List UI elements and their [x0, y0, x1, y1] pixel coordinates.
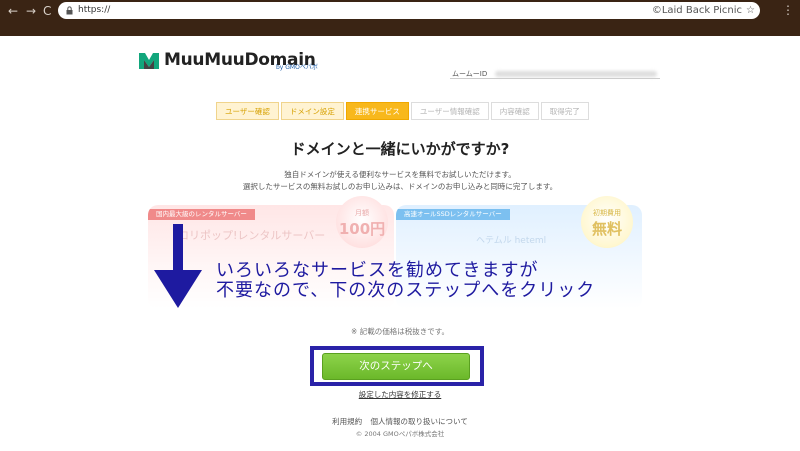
- privacy-link[interactable]: 個人情報の取り扱いについて: [371, 417, 468, 426]
- badge-label: 月額: [355, 209, 369, 217]
- step-acquisition-complete: 取得完了: [540, 102, 589, 120]
- modify-settings-link[interactable]: 設定した内容を修正する: [359, 390, 442, 399]
- tax-note: ※ 記載の価格は税抜きです。: [351, 327, 449, 336]
- step-domain-setting: ドメイン設定: [280, 102, 344, 120]
- user-id-value-blurred: [495, 71, 658, 77]
- step-linked-services: 連携サービス: [345, 102, 409, 120]
- card-tag: 国内最大級のレンタルサーバー: [148, 209, 255, 220]
- badge-label: 初期費用: [593, 209, 621, 217]
- card-service-name: ヘテムル heteml: [476, 236, 547, 246]
- price-badge-right: 初期費用 無料: [581, 196, 633, 248]
- forward-icon[interactable]: →: [26, 3, 36, 19]
- progress-steps: ユーザー確認 ドメイン設定 連携サービス ユーザー情報確認 内容確認 取得完了: [216, 102, 591, 120]
- description-line-2: 選択したサービスの無料お試しのお申し込みは、ドメインのお申し込みと同時に完了しま…: [242, 182, 558, 191]
- step-user-confirm: ユーザー確認: [216, 102, 279, 120]
- page-title: ドメインと一緒にいかがですか?: [290, 140, 510, 158]
- price-badge-left: 月額 100円: [336, 196, 388, 248]
- reload-icon[interactable]: C: [43, 3, 51, 19]
- user-id-label: ムームーID: [452, 70, 488, 78]
- description-line-1: 独自ドメインが使える便利なサービスを無料でお試しいただけます。: [284, 170, 516, 179]
- lock-icon: [66, 6, 73, 15]
- card-tag: 高速オールSSDレンタルサーバー: [396, 209, 510, 220]
- bookmark-star-icon[interactable]: ☆: [746, 2, 755, 19]
- step-content-confirm: 内容確認: [490, 102, 539, 120]
- header-divider: [450, 78, 660, 79]
- muumuu-logo-icon: [139, 53, 159, 69]
- step-user-info-confirm: ユーザー情報確認: [410, 102, 489, 120]
- down-arrow-icon: [154, 224, 202, 308]
- logo-subtitle: by GMOペパボ: [276, 64, 318, 71]
- badge-value: 100円: [338, 220, 386, 238]
- copyright: © 2004 GMOペパボ株式会社: [355, 430, 445, 438]
- terms-link[interactable]: 利用規約: [332, 417, 362, 426]
- back-icon[interactable]: ←: [8, 3, 18, 19]
- annotation-line-2: 不要なので、下の次のステップへをクリック: [216, 280, 596, 301]
- url-text[interactable]: https://: [78, 3, 110, 18]
- browser-toolbar: ← → C https:// ©Laid Back Picnic ☆ ⋮: [0, 0, 800, 36]
- address-bar[interactable]: https:// ©Laid Back Picnic ☆: [58, 2, 760, 19]
- footer-links: 利用規約 個人情報の取り扱いについて: [0, 416, 800, 427]
- badge-value: 無料: [591, 220, 622, 238]
- modify-settings-link-wrap: 設定した内容を修正する: [0, 389, 800, 400]
- next-step-button[interactable]: 次のステップへ: [322, 353, 470, 380]
- browser-menu-icon[interactable]: ⋮: [782, 3, 794, 17]
- watermark-text: ©Laid Back Picnic: [651, 5, 742, 16]
